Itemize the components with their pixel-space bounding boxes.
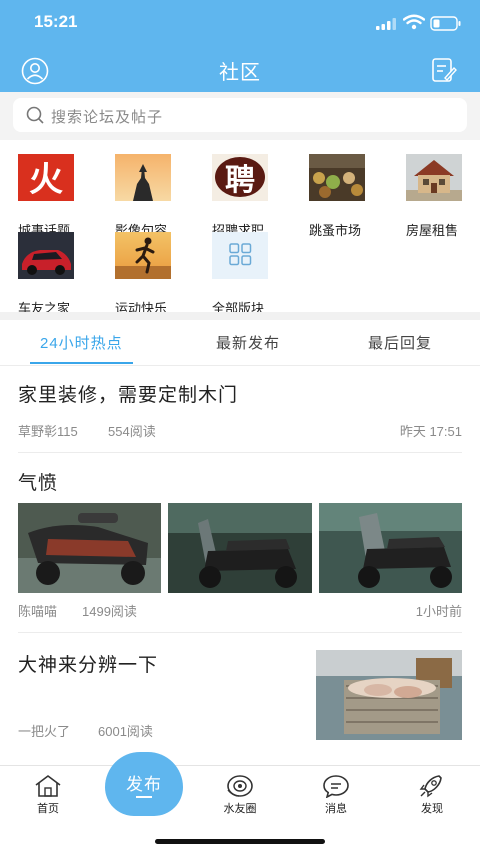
category-grid: 火 城事话题 影像句容 聘 招聘求职 跳蚤市场 房屋租售 车友之家 运动快乐 全… (0, 140, 480, 316)
fire-character-icon: 火 (18, 154, 74, 201)
publish-button[interactable]: 发布 (105, 752, 183, 816)
section-divider (0, 312, 480, 320)
rocket-icon (419, 775, 442, 798)
post-reads: 6001阅读 (98, 724, 153, 739)
home-indicator (155, 839, 325, 844)
category-flea-market[interactable]: 跳蚤市场 (309, 154, 385, 238)
nav-messages[interactable]: 消息 (306, 774, 366, 816)
scooter-photo-3[interactable] (319, 503, 462, 593)
search-icon (26, 106, 44, 124)
search-placeholder: 搜索论坛及帖子 (51, 109, 164, 126)
status-time: 15:21 (34, 12, 78, 31)
post-title: 气愤 (18, 473, 59, 494)
post-title: 家里装修，需要定制木门 (18, 385, 239, 406)
post-author: 一把火了 (18, 724, 71, 739)
post-reads: 1499阅读 (82, 604, 137, 619)
nav-water-circle[interactable]: 水友圈 (210, 774, 270, 816)
status-bar: 15:21 (0, 0, 480, 46)
market-stall-image (309, 154, 365, 201)
category-label: 跳蚤市场 (309, 223, 362, 238)
nav-label: 首页 (37, 803, 59, 815)
edit-note-icon[interactable] (430, 56, 458, 84)
tab-24h-hot[interactable]: 24小时热点 (40, 332, 123, 353)
divider (18, 452, 462, 453)
scooter-photo-2[interactable] (168, 503, 312, 593)
home-icon (35, 775, 61, 797)
page-title: 社区 (219, 62, 261, 84)
svg-text:聘: 聘 (225, 163, 255, 198)
svg-text:火: 火 (29, 160, 63, 200)
divider (18, 632, 462, 633)
red-car-image (18, 232, 74, 279)
post-title: 大神来分辨一下 (18, 655, 159, 676)
search-input[interactable]: 搜索论坛及帖子 (13, 98, 467, 132)
recruit-character-icon: 聘 (212, 154, 268, 201)
tab-last-reply[interactable]: 最后回复 (368, 332, 432, 353)
nav-label: 水友圈 (223, 803, 257, 815)
category-jobs[interactable]: 聘 招聘求职 (212, 154, 288, 238)
category-label: 房屋租售 (406, 223, 459, 238)
category-sports[interactable]: 运动快乐 (115, 232, 191, 316)
nav-discover[interactable]: 发现 (402, 774, 462, 816)
post-author: 草野彰115 (18, 424, 78, 439)
active-tab-indicator (30, 362, 133, 364)
feed-tabs: 24小时热点 最新发布 最后回复 (0, 320, 480, 366)
runner-image (115, 232, 171, 279)
cell-signal-icon (376, 18, 396, 30)
publish-underline (136, 796, 152, 798)
category-car-club[interactable]: 车友之家 (18, 232, 94, 316)
circle-eye-icon (227, 775, 253, 797)
nav-home[interactable]: 首页 (18, 774, 78, 816)
category-all-boards[interactable]: 全部版块 (212, 232, 288, 316)
wifi-icon (403, 14, 425, 30)
nav-label: 发现 (421, 803, 443, 815)
house-image (406, 154, 462, 201)
nav-label: 消息 (325, 803, 347, 815)
search-bar-area: 搜索论坛及帖子 (0, 92, 480, 140)
post-reads: 554阅读 (108, 424, 156, 439)
scooter-photo-1[interactable] (18, 503, 161, 593)
pagoda-sunset-image (115, 154, 171, 201)
battery-icon (430, 16, 461, 31)
post-time: 昨天 17:51 (399, 424, 462, 439)
message-icon (323, 775, 349, 798)
post-author: 陈喵喵 (18, 604, 58, 619)
post-time: 1小时前 (415, 604, 462, 619)
app-header: 15:21 社区 (0, 0, 480, 92)
category-city-topics[interactable]: 火 城事话题 (18, 154, 94, 238)
grid-icon (212, 232, 268, 279)
publish-label: 发布 (126, 775, 162, 794)
tab-latest[interactable]: 最新发布 (216, 332, 280, 353)
category-photo-jurong[interactable]: 影像句容 (115, 154, 191, 238)
basket-photo[interactable] (316, 650, 462, 740)
category-housing[interactable]: 房屋租售 (406, 154, 480, 238)
